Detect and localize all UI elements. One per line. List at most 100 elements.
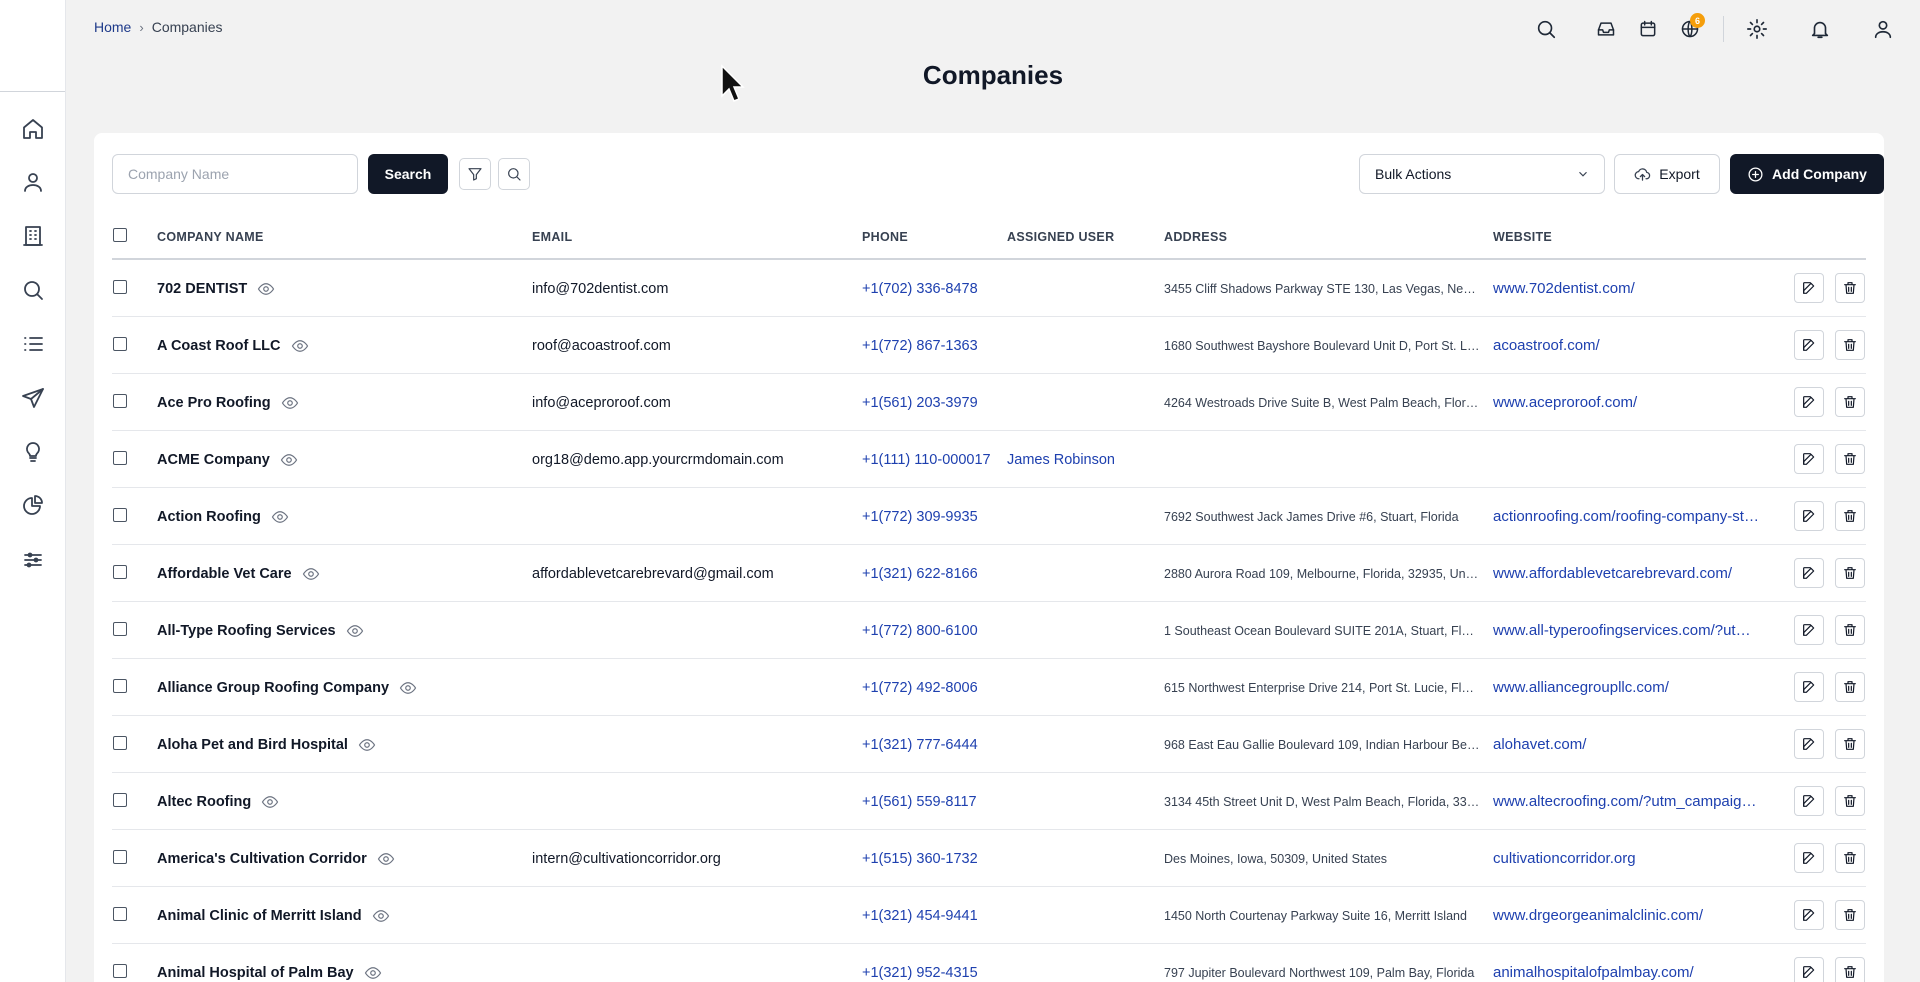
company-name[interactable]: Affordable Vet Care	[157, 566, 292, 582]
website-text[interactable]: acoastroof.com/	[1493, 337, 1763, 354]
settings-button[interactable]	[1742, 14, 1772, 44]
assigned-user-link[interactable]	[1007, 317, 1157, 374]
row-checkbox[interactable]	[113, 337, 127, 351]
advanced-search-button[interactable]	[498, 158, 530, 190]
edit-button[interactable]	[1794, 786, 1824, 816]
phone-link[interactable]: +1(561) 559-8117	[862, 773, 1002, 830]
website-link[interactable]: www.alliancegroupllc.com/	[1493, 659, 1763, 716]
row-checkbox[interactable]	[113, 793, 127, 807]
company-name[interactable]: Action Roofing	[157, 509, 261, 525]
company-name[interactable]: A Coast Roof LLC	[157, 338, 281, 354]
phone-link[interactable]: +1(515) 360-1732	[862, 830, 1002, 887]
select-all-checkbox[interactable]	[113, 228, 127, 242]
company-name[interactable]: Animal Clinic of Merritt Island	[157, 908, 362, 924]
phone-link[interactable]: +1(772) 492-8006	[862, 659, 1002, 716]
eye-icon[interactable]	[257, 280, 275, 298]
company-name-cell[interactable]: Alliance Group Roofing Company	[157, 659, 527, 716]
company-name[interactable]: Ace Pro Roofing	[157, 395, 271, 411]
eye-icon[interactable]	[346, 622, 364, 640]
company-name[interactable]: America's Cultivation Corridor	[157, 851, 367, 867]
delete-button[interactable]	[1835, 330, 1865, 360]
eye-icon[interactable]	[280, 451, 298, 469]
company-name-cell[interactable]: Action Roofing	[157, 488, 527, 545]
company-name-cell[interactable]: America's Cultivation Corridor	[157, 830, 527, 887]
delete-button[interactable]	[1835, 615, 1865, 645]
filter-button[interactable]	[459, 158, 491, 190]
row-checkbox[interactable]	[113, 964, 127, 978]
website-link[interactable]: www.drgeorgeanimalclinic.com/	[1493, 887, 1763, 944]
website-text[interactable]: www.alliancegroupllc.com/	[1493, 679, 1763, 696]
website-link[interactable]: www.all-typeroofingservices.com/?utm_sou…	[1493, 602, 1763, 659]
notifications-globe-button[interactable]: 6	[1675, 13, 1705, 44]
assigned-user-link[interactable]	[1007, 773, 1157, 830]
website-link[interactable]: acoastroof.com/	[1493, 317, 1763, 374]
company-name[interactable]: Altec Roofing	[157, 794, 251, 810]
assigned-user-link[interactable]	[1007, 602, 1157, 659]
delete-button[interactable]	[1835, 786, 1865, 816]
row-checkbox[interactable]	[113, 565, 127, 579]
assigned-user-link[interactable]	[1007, 488, 1157, 545]
phone-link[interactable]: +1(772) 867-1363	[862, 317, 1002, 374]
edit-button[interactable]	[1794, 672, 1824, 702]
company-name-cell[interactable]: Altec Roofing	[157, 773, 527, 830]
company-name[interactable]: Animal Hospital of Palm Bay	[157, 965, 354, 981]
sidebar-item-campaigns[interactable]	[0, 376, 66, 420]
assigned-user-link[interactable]: James Robinson	[1007, 431, 1157, 488]
phone-link[interactable]: +1(561) 203-3979	[862, 374, 1002, 431]
edit-button[interactable]	[1794, 957, 1824, 982]
eye-icon[interactable]	[271, 508, 289, 526]
bulk-actions-select[interactable]: Bulk Actions	[1359, 154, 1605, 194]
edit-button[interactable]	[1794, 615, 1824, 645]
add-company-button[interactable]: Add Company	[1730, 154, 1884, 194]
calendar-button[interactable]	[1633, 14, 1663, 44]
website-link[interactable]: www.aceproroof.com/	[1493, 374, 1763, 431]
delete-button[interactable]	[1835, 501, 1865, 531]
assigned-user-link[interactable]	[1007, 887, 1157, 944]
edit-button[interactable]	[1794, 501, 1824, 531]
website-link[interactable]: cultivationcorridor.org	[1493, 830, 1763, 887]
edit-button[interactable]	[1794, 273, 1824, 303]
website-link[interactable]: actionroofing.com/roofing-company-stuart	[1493, 488, 1763, 545]
assigned-user-link[interactable]	[1007, 545, 1157, 602]
sidebar-item-reports[interactable]	[0, 484, 66, 528]
sidebar-item-contacts[interactable]	[0, 160, 66, 204]
phone-link[interactable]: +1(321) 777-6444	[862, 716, 1002, 773]
row-checkbox[interactable]	[113, 280, 127, 294]
delete-button[interactable]	[1835, 672, 1865, 702]
eye-icon[interactable]	[358, 736, 376, 754]
website-link[interactable]: www.altecroofing.com/?utm_campaign=gmb	[1493, 773, 1763, 830]
website-text[interactable]: www.drgeorgeanimalclinic.com/	[1493, 907, 1763, 924]
company-name-cell[interactable]: Affordable Vet Care	[157, 545, 527, 602]
assigned-user-link[interactable]	[1007, 374, 1157, 431]
eye-icon[interactable]	[302, 565, 320, 583]
eye-icon[interactable]	[261, 793, 279, 811]
website-text[interactable]: www.aceproroof.com/	[1493, 394, 1763, 411]
website-link[interactable]: alohavet.com/	[1493, 716, 1763, 773]
assigned-user-link[interactable]	[1007, 944, 1157, 982]
company-name-cell[interactable]: A Coast Roof LLC	[157, 317, 527, 374]
website-text[interactable]: www.altecroofing.com/?utm_campaign=gmb	[1493, 793, 1763, 810]
delete-button[interactable]	[1835, 843, 1865, 873]
row-checkbox[interactable]	[113, 394, 127, 408]
global-search-button[interactable]	[1531, 14, 1561, 44]
company-name[interactable]: All-Type Roofing Services	[157, 623, 336, 639]
website-text[interactable]: www.702dentist.com/	[1493, 280, 1763, 297]
eye-icon[interactable]	[291, 337, 309, 355]
website-link[interactable]: animalhospitalofpalmbay.com/	[1493, 944, 1763, 982]
edit-button[interactable]	[1794, 843, 1824, 873]
edit-button[interactable]	[1794, 330, 1824, 360]
assigned-user-link[interactable]	[1007, 716, 1157, 773]
eye-icon[interactable]	[372, 907, 390, 925]
assigned-user-link[interactable]	[1007, 830, 1157, 887]
company-name-search-input[interactable]	[112, 154, 358, 194]
row-checkbox[interactable]	[113, 451, 127, 465]
website-text[interactable]: www.affordablevetcarebrevard.com/	[1493, 565, 1763, 582]
website-text[interactable]: animalhospitalofpalmbay.com/	[1493, 964, 1763, 981]
header-website[interactable]: WEBSITE	[1493, 230, 1552, 244]
delete-button[interactable]	[1835, 444, 1865, 474]
company-name-cell[interactable]: ACME Company	[157, 431, 527, 488]
website-text[interactable]: actionroofing.com/roofing-company-stuart	[1493, 508, 1763, 525]
row-checkbox[interactable]	[113, 622, 127, 636]
company-name-cell[interactable]: Ace Pro Roofing	[157, 374, 527, 431]
delete-button[interactable]	[1835, 273, 1865, 303]
